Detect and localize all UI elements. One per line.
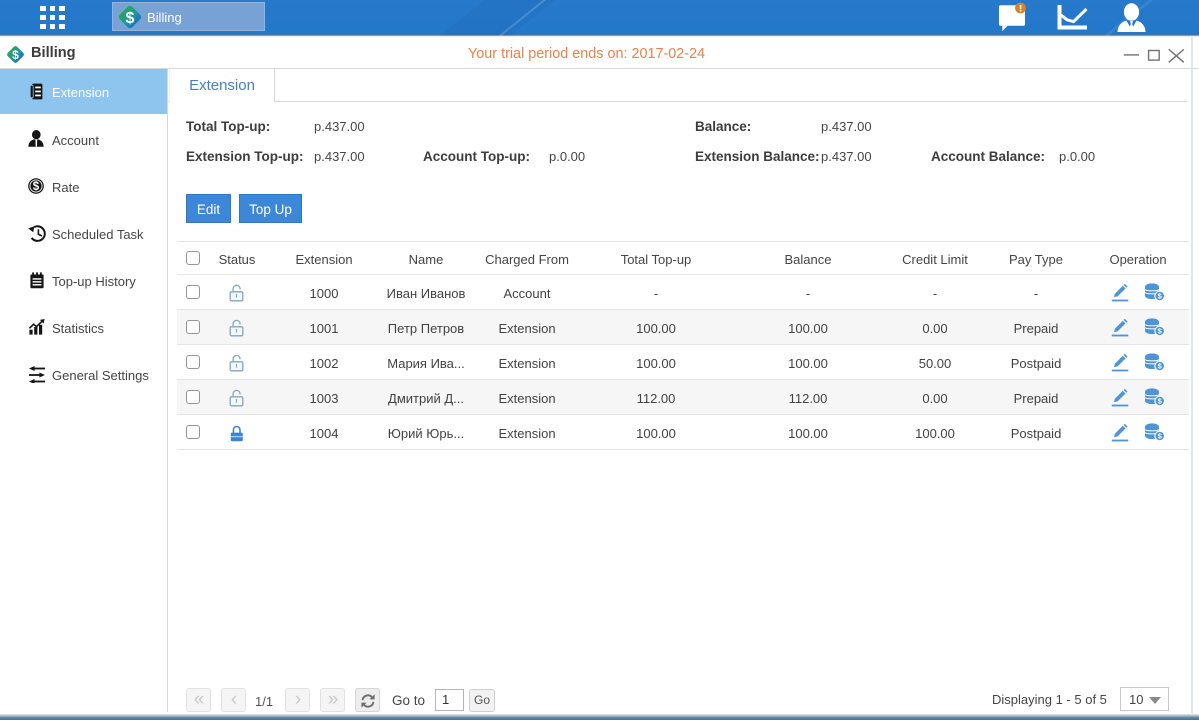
svg-text:$: $ — [12, 48, 19, 62]
svg-text:$: $ — [126, 10, 135, 27]
svg-text:$: $ — [33, 181, 40, 193]
